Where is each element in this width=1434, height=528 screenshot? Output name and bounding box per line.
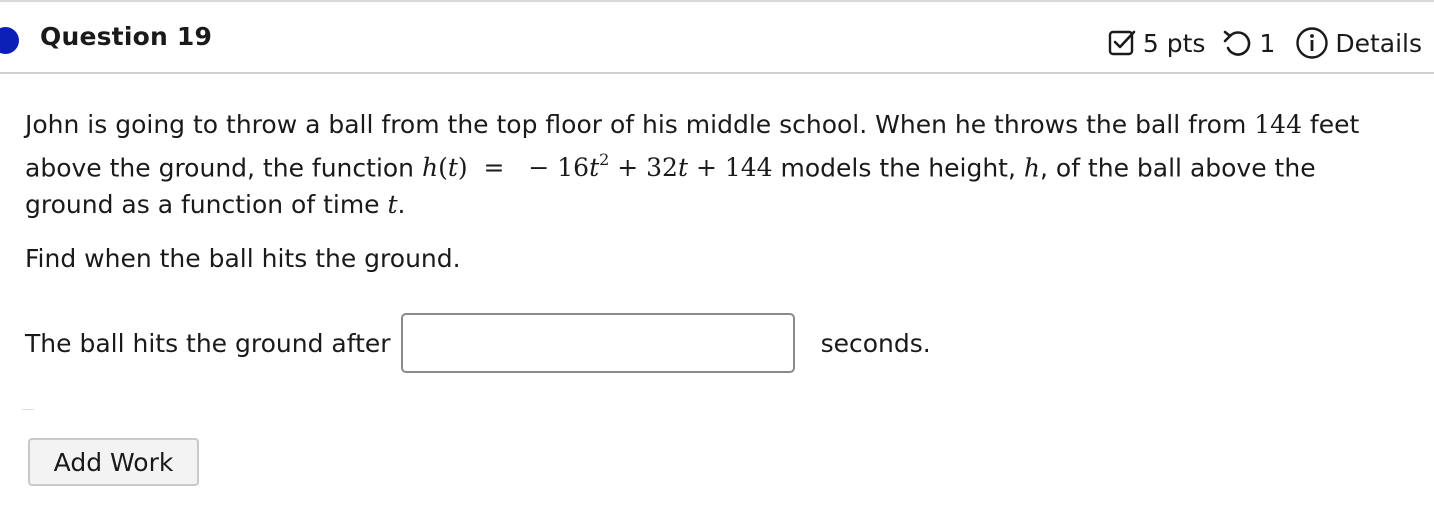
details-link[interactable]: Details — [1335, 29, 1422, 58]
math-var-h: h — [1023, 153, 1040, 183]
status-dot-icon — [0, 27, 19, 54]
attempts-count: 1 — [1259, 28, 1276, 58]
points-label: 5 pts — [1142, 28, 1206, 58]
question-header: Question 19 5 pts 1 Details — [0, 2, 1434, 74]
prompt-text: . — [397, 190, 406, 220]
prompt-text: feet — [1301, 110, 1360, 139]
prompt-text: ground as a function of time — [25, 190, 388, 220]
prompt-text: John is going to throw a ball from the t… — [25, 110, 1255, 139]
retry-icon — [1221, 28, 1253, 58]
divider-mark — [22, 409, 34, 410]
answer-suffix: seconds. — [820, 328, 931, 358]
prompt-text: models the height, — [772, 153, 1024, 183]
find-instruction: Find when the ball hits the ground. — [25, 244, 461, 273]
math-feet: 144 — [1254, 110, 1302, 139]
add-work-button[interactable]: Add Work — [28, 438, 199, 486]
question-prompt: John is going to throw a ball from the t… — [25, 106, 1415, 223]
answer-row: The ball hits the ground after seconds. — [25, 312, 931, 374]
info-icon[interactable] — [1295, 26, 1329, 60]
question-title: Question 19 — [40, 22, 213, 51]
checkbox-icon — [1107, 28, 1137, 58]
question-meta: 5 pts 1 Details — [1107, 26, 1422, 60]
answer-prefix: The ball hits the ground after — [25, 328, 391, 358]
math-function: h(t) = − 16t2 + 32t + 144 — [421, 150, 773, 183]
answer-input[interactable] — [400, 313, 795, 373]
prompt-text: above the ground, the function — [25, 153, 422, 183]
question-body: John is going to throw a ball from the t… — [25, 106, 1415, 223]
prompt-text: , of the ball above the — [1040, 153, 1316, 183]
math-var-t: t — [387, 190, 398, 220]
question-page: Question 19 5 pts 1 Details John is goin… — [0, 0, 1434, 528]
